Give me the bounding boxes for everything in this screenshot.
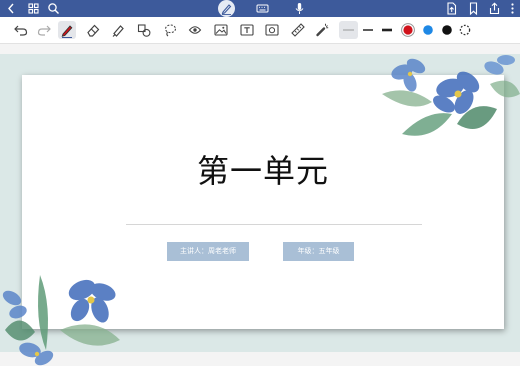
microphone-icon[interactable] — [292, 1, 307, 16]
grade-tag: 年级：五年级 — [283, 242, 354, 261]
export-icon[interactable] — [444, 1, 459, 16]
color-red-swatch[interactable] — [399, 21, 417, 39]
laser-pointer-icon[interactable] — [313, 21, 331, 39]
text-icon[interactable] — [238, 21, 256, 39]
stroke-thin-option[interactable] — [339, 21, 358, 39]
divider-line — [126, 224, 422, 225]
back-icon[interactable] — [4, 1, 19, 16]
search-icon[interactable] — [46, 1, 61, 16]
pen-icon[interactable] — [58, 21, 76, 39]
pen-mode-icon[interactable] — [218, 0, 235, 17]
redo-icon[interactable] — [35, 21, 53, 39]
keyboard-icon[interactable] — [255, 1, 270, 16]
flower-decoration-bottom-left — [2, 275, 120, 366]
flower-decoration-top-right — [382, 55, 520, 136]
color-black-swatch[interactable] — [438, 21, 456, 39]
color-picker-icon[interactable] — [456, 21, 474, 39]
undo-icon[interactable] — [12, 21, 30, 39]
top-bar — [0, 0, 520, 17]
shapes-icon[interactable] — [135, 21, 153, 39]
stroke-medium-option[interactable] — [359, 21, 377, 39]
page-canvas[interactable]: 第一单元 主讲人：周老老师 年级：五年级 — [0, 44, 520, 366]
photo-icon[interactable] — [263, 21, 281, 39]
drawing-toolbar — [0, 17, 520, 44]
stroke-thick-option[interactable] — [378, 21, 396, 39]
image-icon[interactable] — [212, 21, 230, 39]
color-blue-swatch[interactable] — [419, 21, 437, 39]
share-icon[interactable] — [487, 1, 502, 16]
bookmark-icon[interactable] — [466, 1, 481, 16]
highlighter-icon[interactable] — [109, 21, 127, 39]
more-icon[interactable] — [505, 1, 520, 16]
lasso-icon[interactable] — [161, 21, 179, 39]
grid-icon[interactable] — [26, 1, 41, 16]
presenter-tag: 主讲人：周老老师 — [167, 242, 249, 261]
sticker-icon[interactable] — [186, 21, 204, 39]
ruler-icon[interactable] — [289, 21, 307, 39]
eraser-icon[interactable] — [84, 21, 102, 39]
